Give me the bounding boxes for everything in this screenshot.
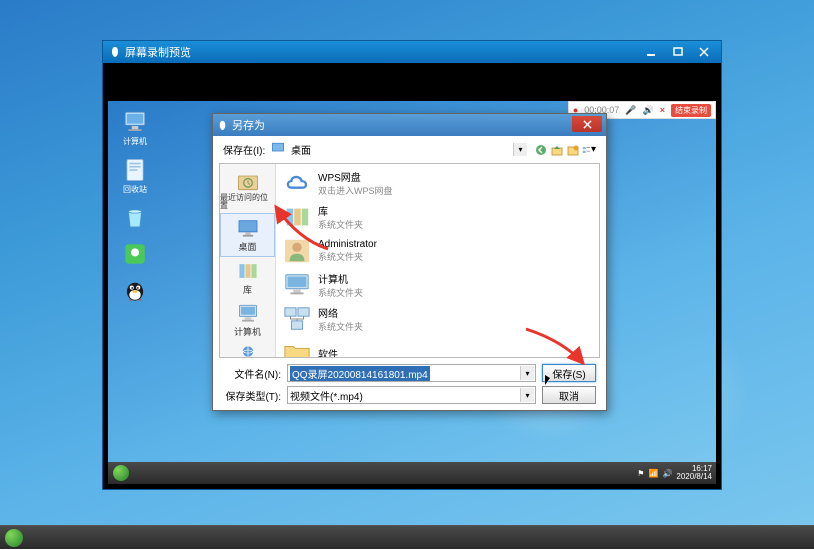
inner-taskbar[interactable]: ⚑ 📶 🔊 16:17 2020/8/14 — [108, 462, 716, 484]
list-item[interactable]: 软件 — [278, 336, 597, 357]
outer-taskbar — [0, 525, 814, 549]
start-button-outer[interactable] — [0, 526, 28, 550]
sidebar-libraries[interactable]: 库 — [220, 257, 275, 299]
places-sidebar: 最近访问的位置 桌面 库 计算机 — [220, 164, 276, 357]
inner-desktop: ● 00:00:07 🎤 🔊 × 结束录制 计算机 回收站 — [108, 101, 716, 484]
minimize-button[interactable] — [641, 45, 663, 59]
tray-date: 2020/8/14 — [676, 473, 712, 481]
tray-network-icon[interactable]: 📶 — [648, 469, 658, 478]
folder-icon — [282, 339, 312, 357]
view-menu-icon[interactable]: ▾ — [582, 143, 596, 157]
dialog-nav-icons: ▾ — [534, 143, 596, 157]
speaker-icon[interactable]: 🔊 — [643, 105, 654, 116]
sidebar-network[interactable]: 网络 — [220, 341, 275, 358]
save-as-dialog: 另存为 保存在(I): 桌面 ▾ — [212, 113, 607, 411]
dialog-titlebar[interactable]: 另存为 — [213, 114, 606, 136]
sidebar-computer[interactable]: 计算机 — [220, 299, 275, 341]
green-app-icon[interactable] — [116, 241, 154, 267]
libraries-icon — [282, 203, 312, 231]
windows-orb-icon — [113, 465, 129, 481]
close-button[interactable] — [693, 45, 715, 59]
preview-titlebar[interactable]: 屏幕录制预览 — [103, 41, 721, 63]
filetype-label: 保存类型(T): — [223, 388, 281, 403]
close-icon — [583, 120, 592, 129]
system-tray[interactable]: ⚑ 📶 🔊 16:17 2020/8/14 — [637, 465, 716, 481]
tray-volume-icon[interactable]: 🔊 — [662, 469, 672, 478]
desktop-folder-icon — [271, 142, 285, 154]
computer-desktop-icon[interactable]: 计算机 — [116, 109, 154, 147]
network-icon — [282, 305, 312, 333]
up-folder-icon[interactable] — [550, 143, 564, 157]
cloud-icon — [282, 169, 312, 197]
unknown-desktop-icon[interactable]: 回收站 — [116, 157, 154, 195]
desktop-icons-column: 计算机 回收站 — [116, 109, 154, 303]
sidebar-recent[interactable]: 最近访问的位置 — [220, 168, 275, 213]
list-item[interactable]: Administrator系统文件夹 — [278, 234, 597, 268]
sidebar-desktop[interactable]: 桌面 — [220, 213, 275, 257]
save-in-dropdown[interactable]: 桌面 ▾ — [271, 142, 528, 157]
chevron-down-icon: ▾ — [513, 143, 527, 156]
app-icon — [109, 46, 121, 58]
screen-recording-preview-window: 屏幕录制预览 ● 00:00:07 🎤 🔊 × 结束录制 — [102, 40, 722, 490]
list-item[interactable]: 计算机系统文件夹 — [278, 268, 597, 302]
dialog-close-button[interactable] — [572, 116, 602, 132]
filename-input[interactable]: QQ录屏20200814161801.mp4 ▾ — [287, 364, 536, 382]
list-item[interactable]: 库系统文件夹 — [278, 200, 597, 234]
save-in-label: 保存在(I): — [223, 142, 265, 157]
windows-orb-icon — [5, 529, 23, 547]
mic-icon[interactable]: 🎤 — [625, 105, 636, 116]
filetype-dropdown[interactable]: 视频文件(*.mp4) ▾ — [287, 386, 536, 404]
cursor-icon — [545, 375, 555, 389]
tray-flag-icon[interactable]: ⚑ — [637, 469, 644, 478]
file-list[interactable]: WPS网盘双击进入WPS网盘 库系统文件夹 Administrator系统文件夹 — [276, 164, 599, 357]
computer-icon — [282, 271, 312, 299]
new-folder-icon[interactable] — [566, 143, 580, 157]
stop-recording-button[interactable]: 结束录制 — [671, 104, 711, 117]
chevron-down-icon: ▾ — [520, 388, 534, 402]
chevron-down-icon: ▾ — [520, 366, 534, 380]
back-icon[interactable] — [534, 143, 548, 157]
save-button[interactable]: 保存(S) — [542, 364, 596, 382]
list-item[interactable]: WPS网盘双击进入WPS网盘 — [278, 166, 597, 200]
recycle-bin-icon[interactable] — [116, 205, 154, 231]
close-rec-icon[interactable]: × — [660, 105, 665, 115]
maximize-button[interactable] — [667, 45, 689, 59]
dialog-title: 另存为 — [232, 117, 265, 133]
list-item[interactable]: 网络系统文件夹 — [278, 302, 597, 336]
start-button-inner[interactable] — [108, 462, 134, 484]
qq-icon[interactable] — [116, 277, 154, 303]
preview-title: 屏幕录制预览 — [125, 44, 191, 60]
user-icon — [282, 237, 312, 265]
filename-label: 文件名(N): — [223, 366, 281, 381]
dialog-icon — [217, 120, 228, 131]
